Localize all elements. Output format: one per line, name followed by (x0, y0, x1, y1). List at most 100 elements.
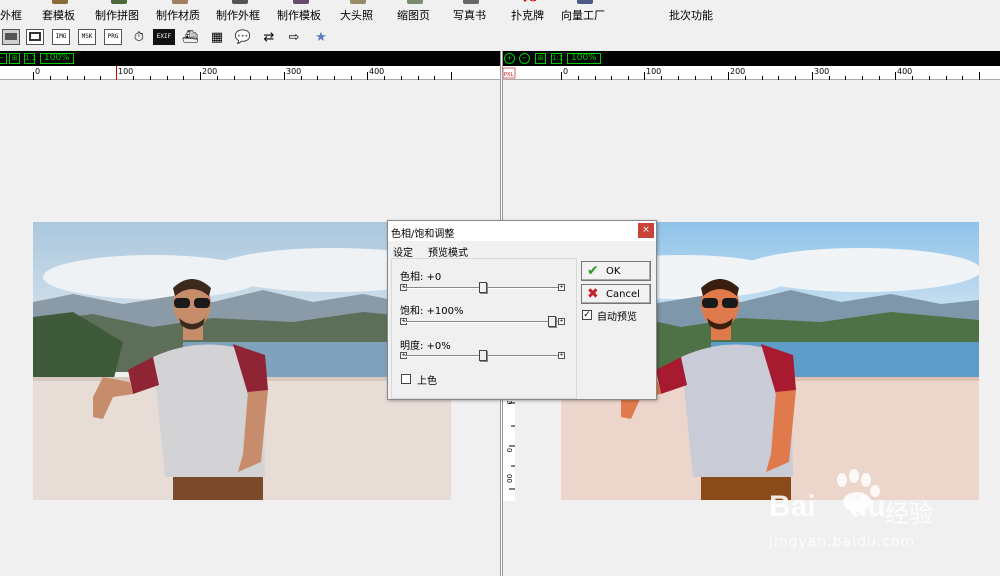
baidu-watermark: Bai du 经验 jingyan.baidu.com (767, 468, 957, 558)
watermark-suffix: 经验 (885, 500, 933, 528)
dialog-title-bar[interactable]: 色相/饱和调整 × (388, 221, 656, 241)
main-menu-bar: 外框 套模板 制作拼图 制作材质 制作外框 制作模板 大头照 缩图页 写真书 ♥… (0, 0, 1000, 22)
adjustment-panel: 色相: +0 + + 饱和: +100% + + 明度: +0% + + 上色 (391, 258, 577, 399)
fit-window-icon[interactable]: ⊞ (535, 53, 546, 64)
left-ruler-label: 100 (118, 67, 133, 76)
left-ruler-label: 300 (286, 67, 301, 76)
clock-icon[interactable]: ⏱ (129, 28, 149, 46)
lightness-label: 明度: +0% (400, 341, 451, 352)
menu-make-template[interactable]: 制作模板 (277, 0, 325, 22)
frame-maker-icon (232, 0, 248, 4)
auto-preview-checkbox[interactable]: ✓ (582, 310, 592, 320)
hue-label: 色相: +0 (400, 272, 442, 283)
calendar-icon[interactable]: ▦ (207, 28, 227, 46)
hue-slider-thumb[interactable] (479, 282, 487, 293)
actual-size-icon[interactable]: 1:1 (24, 53, 36, 64)
fit-window-icon[interactable]: ⊞ (9, 53, 20, 64)
star-icon[interactable]: ★ (311, 28, 331, 46)
ship-icon[interactable]: ⛴ (180, 28, 200, 46)
prg-icon[interactable]: PRG (104, 29, 122, 45)
cross-icon: ✖ (587, 286, 599, 302)
watermark-url: jingyan.baidu.com (769, 534, 916, 550)
saturation-max-icon: + (558, 318, 565, 325)
dialog-menu-settings[interactable]: 设定 (393, 244, 413, 259)
left-zoom-level[interactable]: 100% (40, 53, 74, 64)
menu-thumbnail-page[interactable]: 缩图页 (397, 0, 433, 22)
menu-vector-factory-label: 向量工厂 (561, 9, 605, 22)
left-zoom-bar: − ⊞ 1:1 100% (0, 51, 500, 66)
ok-button[interactable]: ✔ OK (581, 261, 651, 281)
menu-apply-template[interactable]: 套模板 (42, 0, 78, 22)
menu-photo-book[interactable]: 写真书 (453, 0, 489, 22)
zoom-out-icon[interactable]: − (0, 53, 7, 64)
actual-size-icon[interactable]: 1:1 (551, 53, 563, 64)
arrow-right-icon[interactable]: ⇨ (284, 28, 304, 46)
speech-icon[interactable]: 💬 (233, 28, 253, 46)
right-ruler-label: 400 (897, 67, 912, 76)
right-horizontal-ruler: PXL 0 100 200 300 400 (503, 66, 1000, 80)
auto-preview-label: 自动预览 (597, 312, 637, 323)
menu-make-collage[interactable]: 制作拼图 (95, 0, 143, 22)
menu-id-photo[interactable]: 大头照 (340, 0, 376, 22)
vertical-ruler-label: 00 (505, 474, 513, 483)
menu-id-photo-label: 大头照 (340, 9, 373, 22)
msk-icon[interactable]: MSK (78, 29, 96, 45)
arrows-icon[interactable]: ⇄ (259, 28, 279, 46)
vector-icon (577, 0, 593, 4)
right-ruler-label: 0 (563, 67, 568, 76)
right-ruler-label: 300 (814, 67, 829, 76)
close-icon[interactable]: × (638, 223, 654, 238)
tools-toolbar: IMG MSK PRG ⏱ EXIF ⛴ ▦ 💬 ⇄ ⇨ ★ (0, 24, 1000, 50)
cancel-button[interactable]: ✖ Cancel (581, 284, 651, 304)
menu-batch[interactable]: 批次功能 (669, 0, 717, 22)
menu-photo-book-label: 写真书 (453, 9, 486, 22)
menu-make-frame[interactable]: 制作外框 (216, 0, 264, 22)
ruler-unit-label: PXL (504, 72, 513, 78)
watermark-brand: Bai (769, 490, 816, 523)
right-zoom-bar: + − ⊞ 1:1 100% (503, 51, 1000, 66)
vertical-ruler-label: 0 (505, 448, 513, 452)
texture-icon (172, 0, 188, 4)
poker-icon: ♥♣ (521, 0, 538, 5)
menu-make-template-label: 制作模板 (277, 9, 321, 22)
right-zoom-level[interactable]: 100% (567, 53, 601, 64)
zoom-in-icon[interactable]: + (504, 53, 515, 64)
template-icon (52, 0, 68, 4)
left-ruler-label: 0 (35, 67, 40, 76)
left-ruler-label: 400 (369, 67, 384, 76)
left-ruler-label: 200 (202, 67, 217, 76)
dialog-menu-preview-mode[interactable]: 预览模式 (428, 244, 468, 259)
exif-icon[interactable]: EXIF (153, 29, 175, 45)
menu-make-collage-label: 制作拼图 (95, 9, 139, 22)
left-horizontal-ruler: 0 100 200 300 400 (0, 66, 500, 80)
landscape-icon[interactable] (2, 29, 20, 45)
menu-vector-factory[interactable]: 向量工厂 (561, 0, 609, 22)
id-photo-icon (350, 0, 366, 4)
left-ruler-ticks: 0 100 200 300 400 (33, 66, 452, 80)
menu-make-texture[interactable]: 制作材质 (156, 0, 204, 22)
lightness-slider-thumb[interactable] (479, 350, 487, 361)
hue-max-icon: + (558, 284, 565, 291)
frame-icon[interactable] (26, 29, 44, 45)
right-ruler-label: 200 (730, 67, 745, 76)
colorize-label: 上色 (417, 376, 437, 387)
menu-poker-cards-label: 扑克牌 (511, 9, 544, 22)
saturation-label: 饱和: +100% (400, 306, 464, 317)
menu-frame-label: 外框 (0, 9, 22, 22)
colorize-checkbox[interactable] (401, 374, 411, 384)
vertical-ruler-label: 0 (505, 401, 513, 404)
zoom-out-icon[interactable]: − (519, 53, 530, 64)
watermark-brand-du: du (849, 490, 886, 523)
saturation-slider-thumb[interactable] (548, 316, 556, 327)
img-icon[interactable]: IMG (52, 29, 70, 45)
lightness-max-icon: + (558, 352, 565, 359)
menu-thumbnail-page-label: 缩图页 (397, 9, 430, 22)
menu-make-texture-label: 制作材质 (156, 9, 200, 22)
menu-apply-template-label: 套模板 (42, 9, 75, 22)
menu-poker-cards[interactable]: ♥♣ 扑克牌 (511, 0, 547, 22)
menu-batch-label: 批次功能 (669, 9, 713, 22)
thumbnail-icon (407, 0, 423, 4)
template-maker-icon (293, 0, 309, 4)
check-icon: ✔ (587, 263, 599, 279)
right-vertical-ruler: 0 0 00 (503, 401, 515, 501)
